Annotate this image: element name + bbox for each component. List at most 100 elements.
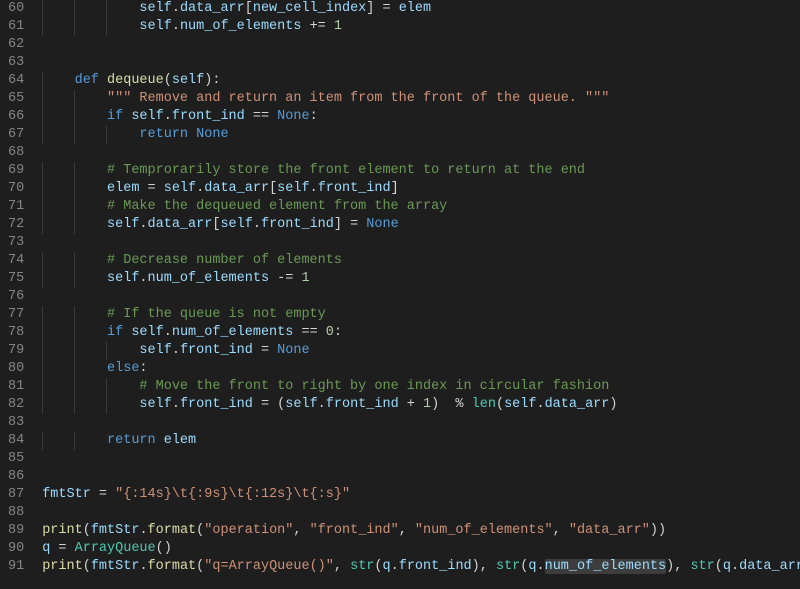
code-line[interactable]: # Make the dequeued element from the arr… xyxy=(42,198,800,216)
code-line[interactable] xyxy=(42,468,800,486)
token-op: = xyxy=(253,343,277,358)
line-number: 66 xyxy=(8,108,24,126)
code-line[interactable] xyxy=(42,414,800,432)
code-line[interactable] xyxy=(42,450,800,468)
code-line[interactable]: # Temprorarily store the front element t… xyxy=(42,162,800,180)
line-number-gutter: 6061626364656667686970717273747576777879… xyxy=(0,0,38,589)
code-line[interactable]: print(fmtStr.format("q=ArrayQueue()", st… xyxy=(42,558,800,576)
code-line[interactable]: # If the queue is not empty xyxy=(42,306,800,324)
code-line[interactable]: # Decrease number of elements xyxy=(42,252,800,270)
token-op: . xyxy=(172,397,180,412)
code-line[interactable]: if self.front_ind == None: xyxy=(42,108,800,126)
token-op: ] = xyxy=(334,217,366,232)
token-const: None xyxy=(277,109,309,124)
indent-guide xyxy=(74,180,75,198)
code-line[interactable] xyxy=(42,288,800,306)
code-line[interactable]: print(fmtStr.format("operation", "front_… xyxy=(42,522,800,540)
indent-guide xyxy=(74,306,75,324)
code-line[interactable] xyxy=(42,54,800,72)
token-op: : xyxy=(310,109,318,124)
token-var: self xyxy=(164,181,196,196)
code-line[interactable]: elem = self.data_arr[self.front_ind] xyxy=(42,180,800,198)
indent-guide xyxy=(74,252,75,270)
indent-guide xyxy=(42,270,43,288)
code-line[interactable]: if self.num_of_elements == 0: xyxy=(42,324,800,342)
token-kw: def xyxy=(75,73,107,88)
code-line[interactable]: q = ArrayQueue() xyxy=(42,540,800,558)
code-text: # Temprorarily store the front element t… xyxy=(42,163,585,178)
token-func: format xyxy=(148,523,197,538)
code-line[interactable]: return None xyxy=(42,126,800,144)
token-op: == xyxy=(245,109,277,124)
line-number: 64 xyxy=(8,72,24,90)
code-line[interactable]: self.num_of_elements -= 1 xyxy=(42,270,800,288)
line-number: 82 xyxy=(8,396,24,414)
line-number: 74 xyxy=(8,252,24,270)
token-op: . xyxy=(139,523,147,538)
code-line[interactable]: self.num_of_elements += 1 xyxy=(42,18,800,36)
token-func: format xyxy=(148,559,197,574)
code-text: def dequeue(self): xyxy=(42,73,220,88)
code-line[interactable] xyxy=(42,144,800,162)
code-editor[interactable]: 6061626364656667686970717273747576777879… xyxy=(0,0,800,589)
token-com: # Move the front to right by one index i… xyxy=(139,379,609,394)
indent-guide xyxy=(106,0,107,18)
indent-guide xyxy=(42,108,43,126)
code-line[interactable]: self.data_arr[self.front_ind] = None xyxy=(42,216,800,234)
code-line[interactable]: # Move the front to right by one index i… xyxy=(42,378,800,396)
token-com: # If the queue is not empty xyxy=(107,307,326,322)
code-text: self.front_ind = None xyxy=(42,343,309,358)
code-line[interactable]: self.front_ind = (self.front_ind + 1) % … xyxy=(42,396,800,414)
token-var: front_ind xyxy=(180,343,253,358)
token-var: self xyxy=(139,343,171,358)
line-number: 76 xyxy=(8,288,24,306)
token-var_hl: num_of_elements xyxy=(545,559,667,574)
code-line[interactable]: """ Remove and return an item from the f… xyxy=(42,90,800,108)
token-op: () xyxy=(156,541,172,556)
line-number: 87 xyxy=(8,486,24,504)
token-str: "num_of_elements" xyxy=(415,523,553,538)
token-op: . xyxy=(391,559,399,574)
line-number: 77 xyxy=(8,306,24,324)
line-number: 75 xyxy=(8,270,24,288)
code-line[interactable]: self.data_arr[new_cell_index] = elem xyxy=(42,0,800,18)
code-line[interactable]: return elem xyxy=(42,432,800,450)
token-var: self xyxy=(131,109,163,124)
indent-guide xyxy=(74,108,75,126)
code-area[interactable]: self.data_arr[new_cell_index] = elem sel… xyxy=(38,0,800,589)
indent-guide xyxy=(42,162,43,180)
code-text: fmtStr = "{:14s}\t{:9s}\t{:12s}\t{:s}" xyxy=(42,487,350,502)
token-op: . xyxy=(253,217,261,232)
token-var: self xyxy=(504,397,536,412)
indent-guide xyxy=(42,180,43,198)
token-kw: else xyxy=(107,361,139,376)
line-number: 84 xyxy=(8,432,24,450)
code-line[interactable] xyxy=(42,504,800,522)
line-number: 78 xyxy=(8,324,24,342)
code-line[interactable]: fmtStr = "{:14s}\t{:9s}\t{:12s}\t{:s}" xyxy=(42,486,800,504)
code-text: self.num_of_elements -= 1 xyxy=(42,271,309,286)
line-number: 73 xyxy=(8,234,24,252)
line-number: 63 xyxy=(8,54,24,72)
token-var: elem xyxy=(107,181,139,196)
code-line[interactable]: self.front_ind = None xyxy=(42,342,800,360)
code-line[interactable] xyxy=(42,36,800,54)
line-number: 71 xyxy=(8,198,24,216)
token-kw: return xyxy=(139,127,196,142)
line-number: 72 xyxy=(8,216,24,234)
code-line[interactable]: def dequeue(self): xyxy=(42,72,800,90)
indent-guide xyxy=(42,342,43,360)
code-line[interactable]: else: xyxy=(42,360,800,378)
token-var: front_ind xyxy=(180,397,253,412)
token-num: 1 xyxy=(423,397,431,412)
code-text: """ Remove and return an item from the f… xyxy=(42,91,609,106)
token-func: print xyxy=(42,523,83,538)
code-line[interactable] xyxy=(42,234,800,252)
indent-guide xyxy=(42,396,43,414)
line-number: 70 xyxy=(8,180,24,198)
token-op: [ xyxy=(269,181,277,196)
token-var: self xyxy=(172,73,204,88)
code-text: # Decrease number of elements xyxy=(42,253,342,268)
token-num: 0 xyxy=(326,325,334,340)
indent-guide xyxy=(42,72,43,90)
